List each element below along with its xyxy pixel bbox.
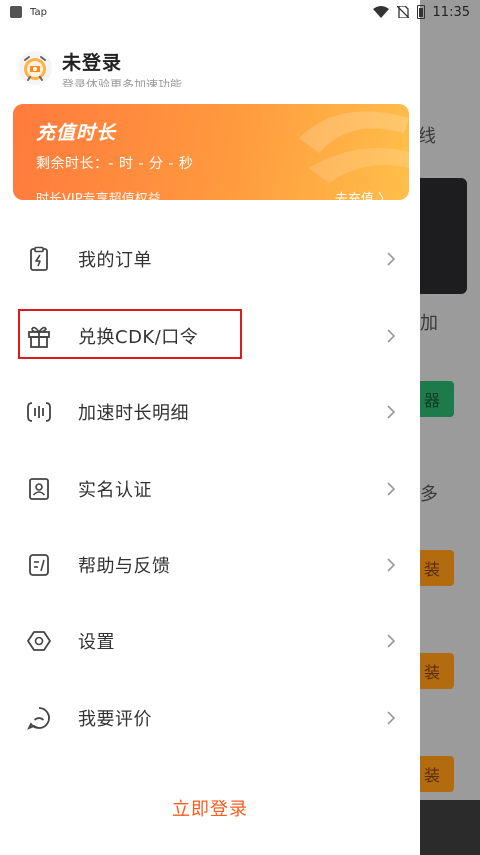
menu-label: 实名认证 bbox=[78, 480, 152, 501]
status-bar: Tap 11:35 bbox=[0, 0, 480, 24]
remaining-time: 剩余时长：- 时 - 分 - 秒 bbox=[36, 156, 194, 172]
menu-label: 设置 bbox=[78, 632, 115, 653]
menu-item-speed-detail[interactable]: 加速时长明细 bbox=[0, 377, 420, 447]
menu-item-rate[interactable]: 我要评价 bbox=[0, 683, 420, 753]
avatar[interactable] bbox=[18, 50, 52, 85]
chevron-right-icon bbox=[386, 710, 396, 726]
menu-item-help-feedback[interactable]: 帮助与反馈 bbox=[0, 530, 420, 600]
profile-header[interactable]: 未登录 登录体验更多加速功能 bbox=[18, 48, 182, 87]
battery-icon bbox=[416, 5, 425, 19]
menu-label: 帮助与反馈 bbox=[78, 556, 171, 577]
recharge-title: 充值时长 bbox=[36, 122, 117, 144]
speed-detail-icon bbox=[26, 399, 52, 425]
side-drawer: 未登录 登录体验更多加速功能 充值时长 剩余时长：- 时 - 分 - 秒 时长V… bbox=[0, 0, 420, 855]
recharge-card[interactable]: 充值时长 剩余时长：- 时 - 分 - 秒 时长VIP专享超值权益 去充值 〉 bbox=[13, 104, 409, 200]
login-button[interactable]: 立即登录 bbox=[0, 795, 420, 821]
wifi-icon bbox=[372, 6, 389, 18]
chevron-right-icon bbox=[386, 481, 396, 497]
id-card-icon bbox=[26, 476, 52, 502]
chevron-right-icon bbox=[386, 404, 396, 420]
status-time: 11:35 bbox=[432, 4, 470, 20]
status-app-label: Tap bbox=[30, 6, 47, 18]
feedback-icon bbox=[26, 552, 52, 578]
menu-label: 我要评价 bbox=[78, 709, 152, 730]
rate-icon bbox=[26, 705, 52, 731]
chevron-right-icon bbox=[386, 557, 396, 573]
chevron-right-icon bbox=[386, 328, 396, 344]
bg-text-2: 加 bbox=[420, 313, 438, 334]
vip-benefits-text: 时长VIP专享超值权益 bbox=[36, 192, 161, 200]
chevron-right-icon bbox=[386, 633, 396, 649]
menu-item-real-name[interactable]: 实名认证 bbox=[0, 454, 420, 524]
recharge-decoration-icon bbox=[299, 111, 409, 183]
bg-text-1: 线 bbox=[418, 126, 436, 147]
chevron-right-icon bbox=[386, 251, 396, 267]
menu-item-orders[interactable]: 我的订单 bbox=[0, 224, 420, 294]
alarm-clock-avatar-icon bbox=[24, 55, 46, 81]
bg-dark-card bbox=[415, 178, 467, 294]
menu-label: 加速时长明细 bbox=[78, 403, 189, 424]
menu-item-settings[interactable]: 设置 bbox=[0, 606, 420, 676]
order-icon bbox=[26, 246, 52, 272]
settings-icon bbox=[26, 628, 52, 654]
no-sim-icon bbox=[396, 6, 409, 18]
highlight-annotation-box bbox=[18, 309, 242, 359]
profile-name: 未登录 bbox=[62, 52, 123, 74]
bg-text-3: 多 bbox=[420, 484, 438, 505]
go-recharge-link[interactable]: 去充值 〉 bbox=[335, 188, 391, 200]
menu-label: 我的订单 bbox=[78, 250, 152, 271]
app-notification-icon bbox=[10, 6, 22, 18]
profile-subtitle: 登录体验更多加速功能 bbox=[62, 78, 183, 87]
